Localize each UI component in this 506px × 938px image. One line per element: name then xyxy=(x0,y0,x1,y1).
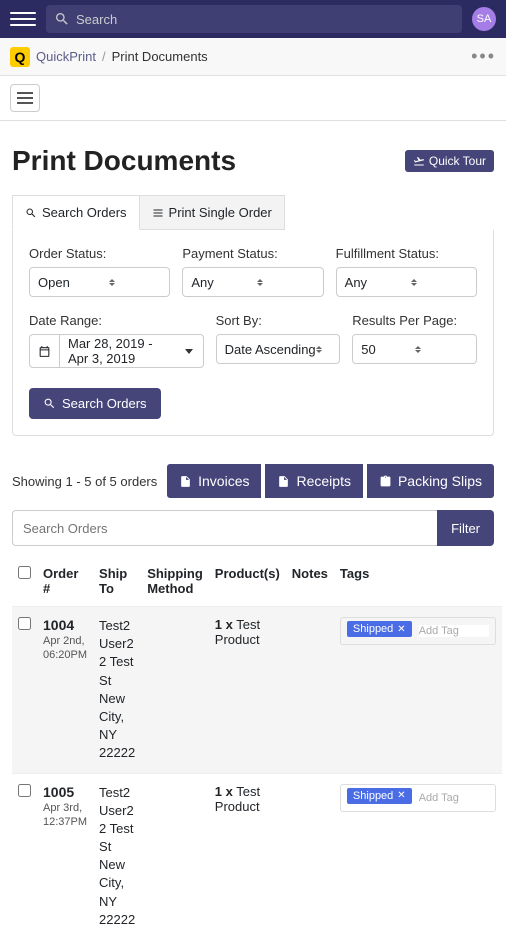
add-tag-input[interactable] xyxy=(419,792,489,804)
tags-field[interactable]: Shipped ✕ xyxy=(340,784,496,812)
order-status-label: Order Status: xyxy=(29,246,170,261)
results-summary: Showing 1 - 5 of 5 orders xyxy=(12,474,157,489)
tag-remove-icon[interactable]: ✕ xyxy=(397,790,405,801)
tab-search-orders[interactable]: Search Orders xyxy=(12,195,140,230)
page-title: Print Documents xyxy=(12,145,236,177)
table-row: 1004 Apr 2nd, 06:20PM Test2User22 Test StN… xyxy=(12,607,502,774)
nav-toggle-row xyxy=(0,76,506,121)
row-checkbox[interactable] xyxy=(18,784,31,797)
date-range-picker[interactable]: Mar 28, 2019 - Apr 3, 2019 xyxy=(29,334,204,368)
list-icon xyxy=(152,207,164,219)
product: 1 x Test Product xyxy=(209,773,286,938)
order-date: Apr 2nd, xyxy=(43,635,87,647)
order-time: 12:37PM xyxy=(43,816,87,828)
col-products: Product(s) xyxy=(209,556,286,607)
receipts-button[interactable]: Receipts xyxy=(265,464,362,498)
breadcrumb-app[interactable]: QuickPrint xyxy=(36,49,96,64)
global-search-input[interactable] xyxy=(76,12,454,27)
col-order-num: Order # xyxy=(37,556,93,607)
global-search[interactable] xyxy=(46,5,462,33)
clipboard-icon xyxy=(379,475,392,488)
breadcrumb-page: Print Documents xyxy=(112,49,208,64)
order-date: Apr 3rd, xyxy=(43,802,87,814)
tags-field[interactable]: Shipped ✕ xyxy=(340,617,496,645)
orders-table: Order # Ship To Shipping Method Product(… xyxy=(12,556,502,938)
sort-by-label: Sort By: xyxy=(216,313,341,328)
order-time: 06:20PM xyxy=(43,649,87,661)
results-per-page-label: Results Per Page: xyxy=(352,313,477,328)
breadcrumb-separator: / xyxy=(102,49,106,64)
payment-status-label: Payment Status: xyxy=(182,246,323,261)
fulfillment-status-label: Fulfillment Status: xyxy=(336,246,477,261)
search-orders-input[interactable] xyxy=(12,510,437,546)
breadcrumb-bar: Q QuickPrint / Print Documents ••• xyxy=(0,38,506,76)
tabs: Search Orders Print Single Order xyxy=(12,195,494,230)
nav-toggle-icon[interactable] xyxy=(10,84,40,112)
ship-to: Test2User22 Test StNew City,NY 22222 xyxy=(93,773,141,938)
filter-button[interactable]: Filter xyxy=(437,510,494,546)
filter-panel: Order Status: Open Payment Status: Any F… xyxy=(12,230,494,436)
calendar-icon xyxy=(30,335,60,367)
row-checkbox[interactable] xyxy=(18,617,31,630)
table-row: 1005 Apr 3rd, 12:37PM Test2User22 Test StN… xyxy=(12,773,502,938)
tag-badge: Shipped ✕ xyxy=(347,621,412,637)
select-all-checkbox[interactable] xyxy=(18,566,31,579)
packing-slips-button[interactable]: Packing Slips xyxy=(367,464,494,498)
sort-by-select[interactable]: Date Ascending xyxy=(216,334,341,364)
invoices-button[interactable]: Invoices xyxy=(167,464,261,498)
tab-print-single[interactable]: Print Single Order xyxy=(140,195,285,230)
shipping-method xyxy=(141,773,209,938)
search-icon xyxy=(54,11,70,27)
file-icon xyxy=(277,475,290,488)
notes xyxy=(286,607,334,774)
tag-remove-icon[interactable]: ✕ xyxy=(397,624,405,635)
search-orders-button[interactable]: Search Orders xyxy=(29,388,161,419)
table-header-row: Order # Ship To Shipping Method Product(… xyxy=(12,556,502,607)
order-status-select[interactable]: Open xyxy=(29,267,170,297)
col-tags: Tags xyxy=(334,556,502,607)
date-range-label: Date Range: xyxy=(29,313,204,328)
hamburger-icon[interactable] xyxy=(10,6,36,32)
more-actions-icon[interactable]: ••• xyxy=(471,46,496,67)
col-notes: Notes xyxy=(286,556,334,607)
caret-down-icon xyxy=(175,349,203,354)
shipping-method xyxy=(141,607,209,774)
topbar: SA xyxy=(0,0,506,38)
tag-badge: Shipped ✕ xyxy=(347,788,412,804)
file-icon xyxy=(179,475,192,488)
document-buttons: Invoices Receipts Packing Slips xyxy=(167,464,494,498)
ship-to: Test2User22 Test StNew City,NY 22222 xyxy=(93,607,141,774)
app-logo: Q xyxy=(10,47,30,67)
plane-icon xyxy=(413,155,425,167)
add-tag-input[interactable] xyxy=(419,625,489,637)
quick-tour-button[interactable]: Quick Tour xyxy=(405,150,494,172)
payment-status-select[interactable]: Any xyxy=(182,267,323,297)
col-ship-to: Ship To xyxy=(93,556,141,607)
product: 1 x Test Product xyxy=(209,607,286,774)
col-shipping-method: Shipping Method xyxy=(141,556,209,607)
notes xyxy=(286,773,334,938)
search-icon xyxy=(25,207,37,219)
results-per-page-select[interactable]: 50 xyxy=(352,334,477,364)
order-number[interactable]: 1004 xyxy=(43,617,74,633)
order-number[interactable]: 1005 xyxy=(43,784,74,800)
avatar[interactable]: SA xyxy=(472,7,496,31)
fulfillment-status-select[interactable]: Any xyxy=(336,267,477,297)
breadcrumb: Q QuickPrint / Print Documents xyxy=(10,47,208,67)
search-icon xyxy=(43,397,56,410)
